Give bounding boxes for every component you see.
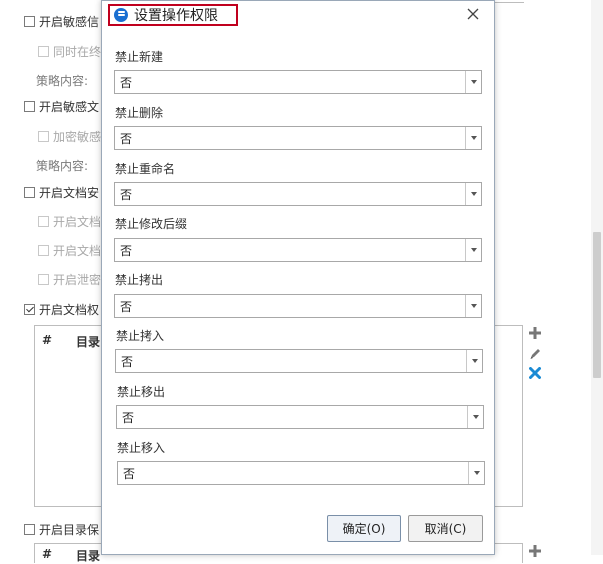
dialog-title-bar: 设置操作权限	[108, 4, 238, 26]
checkbox	[38, 245, 49, 256]
select-value: 否	[120, 131, 133, 146]
select-no-copy-out[interactable]: 否	[114, 294, 482, 318]
checkbox-label: 开启泄密	[53, 273, 102, 287]
field-label-no-move-in: 禁止移入	[117, 441, 166, 455]
select-no-move-in[interactable]: 否	[117, 461, 485, 485]
checkbox-label: 开启目录保	[39, 523, 100, 537]
close-button[interactable]	[466, 7, 480, 21]
checkbox-row[interactable]: 开启文档安	[24, 184, 99, 201]
checkbox-label: 开启敏感文	[39, 100, 100, 114]
select-value: 否	[122, 410, 135, 425]
checkbox-label: 开启文档权	[39, 303, 100, 317]
cancel-button[interactable]: 取消(C)	[408, 515, 483, 542]
checkbox-row[interactable]: 开启文档权	[24, 301, 99, 318]
select-no-change-ext[interactable]: 否	[114, 238, 482, 262]
checkbox-label: 开启文档	[53, 215, 102, 229]
policy-label-text: 策略内容:	[36, 74, 89, 88]
field-label-no-move-out: 禁止移出	[117, 385, 166, 399]
checkbox	[38, 131, 49, 142]
table-header-directory: 目录	[76, 335, 101, 349]
chevron-down-icon[interactable]	[465, 71, 481, 93]
checkbox-checked[interactable]	[24, 304, 35, 315]
select-value: 否	[123, 466, 136, 481]
checkbox-row[interactable]: 开启目录保	[24, 521, 99, 538]
chevron-down-icon[interactable]	[465, 239, 481, 261]
field-label-no-rename: 禁止重命名	[115, 162, 176, 176]
delete-icon[interactable]	[528, 366, 542, 380]
scrollbar-thumb[interactable]	[593, 232, 601, 378]
checkbox[interactable]	[24, 101, 35, 112]
add-icon[interactable]	[528, 326, 542, 340]
select-value: 否	[120, 243, 133, 258]
chevron-down-icon[interactable]	[467, 406, 483, 428]
select-no-delete[interactable]: 否	[114, 126, 482, 150]
chevron-down-icon[interactable]	[466, 350, 482, 372]
checkbox-row[interactable]: 开启敏感文	[24, 98, 99, 115]
policy-label: 策略内容:	[36, 72, 88, 89]
close-icon	[467, 8, 479, 20]
table-header-index: #	[42, 333, 53, 347]
checkbox-label: 开启文档安	[39, 186, 100, 200]
checkbox	[38, 274, 49, 285]
checkbox[interactable]	[24, 187, 35, 198]
table-header-index: #	[42, 547, 53, 561]
checkbox-row: 加密敏感	[38, 128, 101, 145]
field-label-no-create: 禁止新建	[115, 50, 164, 64]
edit-icon[interactable]	[528, 346, 542, 360]
chevron-down-icon[interactable]	[465, 295, 481, 317]
table-header-directory: 目录	[76, 549, 101, 563]
select-value: 否	[120, 187, 133, 202]
select-no-create[interactable]: 否	[114, 70, 482, 94]
add-icon[interactable]	[528, 544, 542, 558]
checkbox-row: 开启文档	[38, 213, 101, 230]
checkbox-label: 加密敏感	[53, 130, 102, 144]
checkbox-row: 开启文档	[38, 242, 101, 259]
policy-label: 策略内容:	[36, 157, 88, 174]
select-value: 否	[120, 75, 133, 90]
checkbox-row: 同时在终	[38, 43, 101, 60]
field-label-no-copy-in: 禁止拷入	[116, 329, 165, 343]
permission-dialog: 设置操作权限 禁止新建 否 禁止删除 否 禁止重命名 否 禁止修改后缀 否 禁止…	[101, 0, 495, 555]
select-value: 否	[120, 299, 133, 314]
checkbox-label: 开启文档	[53, 244, 102, 258]
select-no-copy-in[interactable]: 否	[115, 349, 483, 373]
ok-button[interactable]: 确定(O)	[327, 515, 401, 542]
checkbox-label: 开启敏感信	[39, 15, 100, 29]
checkbox	[38, 46, 49, 57]
divider	[490, 0, 524, 3]
checkbox-label: 同时在终	[53, 45, 102, 59]
field-label-no-copy-out: 禁止拷出	[115, 273, 164, 287]
chevron-down-icon[interactable]	[468, 462, 484, 484]
checkbox[interactable]	[24, 524, 35, 535]
chevron-down-icon[interactable]	[465, 183, 481, 205]
field-label-no-delete: 禁止删除	[115, 106, 164, 120]
policy-label-text: 策略内容:	[36, 159, 89, 173]
chevron-down-icon[interactable]	[465, 127, 481, 149]
checkbox-row: 开启泄密	[38, 271, 101, 288]
app-icon	[114, 8, 128, 22]
select-no-move-out[interactable]: 否	[116, 405, 484, 429]
checkbox	[38, 216, 49, 227]
select-value: 否	[121, 354, 134, 369]
checkbox-row[interactable]: 开启敏感信	[24, 13, 99, 30]
select-no-rename[interactable]: 否	[114, 182, 482, 206]
checkbox[interactable]	[24, 16, 35, 27]
dialog-title: 设置操作权限	[134, 8, 218, 24]
field-label-no-change-ext: 禁止修改后缀	[115, 217, 188, 231]
